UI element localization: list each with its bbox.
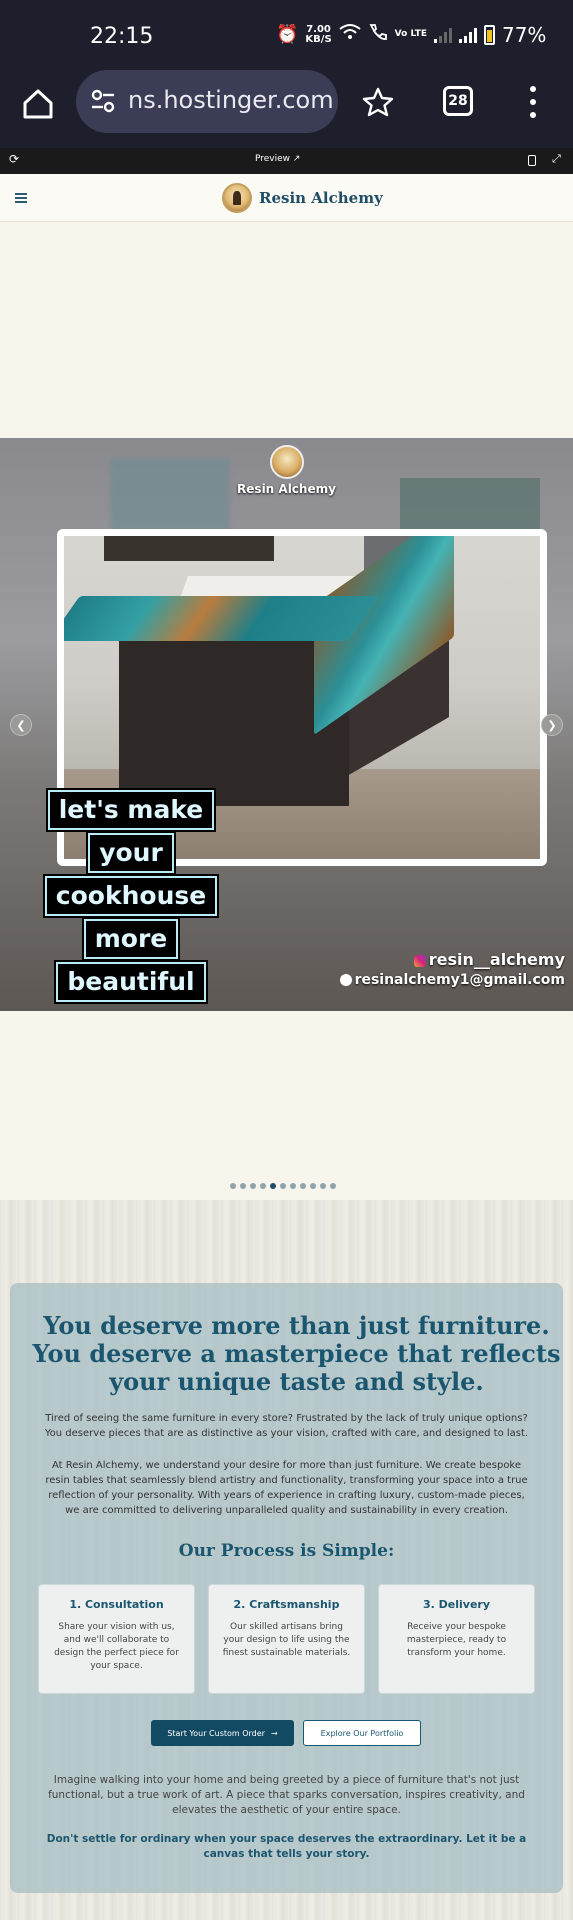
preview-title[interactable]: Preview ↗ [255, 154, 300, 164]
volte-indicator: Vo LTE [394, 29, 427, 39]
slide-headline: let's make your cookhouse more beautiful [32, 788, 230, 1005]
chevron-left-icon: ❮ [16, 718, 26, 732]
process-step-consultation: 1. Consultation Share your vision with u… [38, 1584, 195, 1694]
brand-logo[interactable] [222, 183, 252, 213]
email-address: resinalchemy1@gmail.com [339, 972, 565, 988]
headline-line: beautiful [54, 960, 208, 1004]
status-bar: 22:15 ⏰ 7.00 KB/S Vo LTE 77% [0, 0, 573, 74]
tab-switcher-button[interactable]: 28 [443, 86, 473, 116]
step-description: Receive your bespoke masterpiece, ready … [406, 1622, 507, 1658]
network-speed: 7.00 KB/S [305, 24, 332, 45]
site-settings-icon[interactable] [90, 88, 116, 114]
address-bar[interactable]: ns.hostinger.com [76, 70, 338, 133]
slide-dot[interactable] [280, 1183, 286, 1189]
closing-paragraph: Don't settle for ordinary when your spac… [46, 1833, 527, 1860]
preview-label: Preview [255, 154, 291, 164]
headline-line: cookhouse [42, 874, 220, 918]
slide-dot[interactable] [320, 1183, 326, 1189]
gmail-icon [339, 974, 352, 986]
explore-portfolio-button[interactable]: Explore Our Portfolio [303, 1720, 421, 1746]
battery-percent: 77% [501, 22, 547, 47]
wifi-call-icon [368, 22, 388, 47]
site-header: Resin Alchemy [0, 174, 573, 222]
step-title: 3. Delivery [422, 1598, 491, 1611]
instagram-text: resin__alchemy [428, 950, 565, 969]
clock: 22:15 [90, 24, 154, 49]
external-link-icon: ↗ [292, 154, 301, 164]
star-icon [362, 87, 394, 117]
process-step-craftsmanship: 2. Craftsmanship Our skilled artisans br… [208, 1584, 365, 1694]
step-title: 2. Craftsmanship [233, 1598, 340, 1611]
about-paragraph: At Resin Alchemy, we understand your des… [45, 1460, 528, 1516]
headline-line: let's make [45, 788, 217, 832]
intro-section: You deserve more than just furniture. Yo… [0, 1200, 573, 1920]
start-custom-order-button[interactable]: Start Your Custom Order → [151, 1720, 294, 1746]
slide-brand-logo [270, 445, 304, 479]
reload-icon[interactable]: ⟳ [9, 152, 19, 166]
arrow-right-icon: → [270, 1728, 278, 1738]
slide-dot[interactable] [230, 1183, 236, 1189]
hamburger-menu-icon[interactable] [15, 193, 27, 203]
overflow-menu-button[interactable] [528, 86, 538, 118]
step-description: Our skilled artisans bring your design t… [222, 1622, 351, 1658]
explore-portfolio-label: Explore Our Portfolio [320, 1728, 404, 1738]
slide-dot[interactable] [290, 1183, 296, 1189]
slide-dot[interactable] [270, 1183, 276, 1189]
slide-dot[interactable] [310, 1183, 316, 1189]
slide-next-button[interactable]: ❯ [541, 714, 563, 736]
step-title: 1. Consultation [69, 1598, 164, 1611]
email-text: resinalchemy1@gmail.com [354, 972, 565, 988]
expand-icon[interactable]: ⤢ [552, 152, 561, 166]
process-step-delivery: 3. Delivery Receive your bespoke masterp… [378, 1584, 535, 1694]
preview-bar: ⟳ Preview ↗ ⤢ [0, 148, 573, 174]
network-speed-unit: KB/S [305, 33, 332, 45]
headline-line: more [81, 917, 181, 961]
slide-pagination [230, 1183, 336, 1189]
intro-card: You deserve more than just furniture. Yo… [10, 1283, 563, 1893]
mobile-device-icon[interactable] [528, 155, 536, 166]
slide-prev-button[interactable]: ❮ [10, 714, 32, 736]
brand-name[interactable]: Resin Alchemy [259, 189, 383, 207]
process-title: Our Process is Simple: [178, 1541, 395, 1561]
home-icon [23, 89, 53, 119]
slide-brand-name: Resin Alchemy [237, 482, 336, 496]
hero-slideshow[interactable]: Resin Alchemy let's make your cookhouse … [0, 438, 573, 1011]
start-custom-order-label: Start Your Custom Order [167, 1728, 265, 1738]
wifi-icon [339, 23, 361, 46]
signal-sim2-icon [458, 27, 477, 43]
headline-line: your [86, 831, 176, 875]
bookmark-button[interactable] [362, 86, 394, 118]
instagram-icon [413, 954, 426, 967]
signal-sim1-icon [433, 27, 452, 43]
hero-title: You deserve more than just furniture. Yo… [32, 1311, 561, 1396]
slide-dot[interactable] [300, 1183, 306, 1189]
step-description: Share your vision with us, and we'll col… [54, 1622, 179, 1671]
intro-paragraph: Tired of seeing the same furniture in ev… [44, 1413, 529, 1439]
slide-dot[interactable] [250, 1183, 256, 1189]
slide-dot[interactable] [260, 1183, 266, 1189]
slide-dot[interactable] [330, 1183, 336, 1189]
home-button[interactable] [20, 86, 56, 122]
instagram-handle: resin__alchemy [413, 950, 565, 969]
chevron-right-icon: ❯ [547, 718, 557, 732]
battery-icon [483, 24, 495, 45]
slide-dot[interactable] [240, 1183, 246, 1189]
url-text: ns.hostinger.com [128, 86, 334, 114]
imagine-paragraph: Imagine walking into your home and being… [48, 1774, 525, 1816]
status-icons: ⏰ 7.00 KB/S Vo LTE 77% [276, 22, 546, 47]
alarm-icon: ⏰ [276, 24, 299, 45]
